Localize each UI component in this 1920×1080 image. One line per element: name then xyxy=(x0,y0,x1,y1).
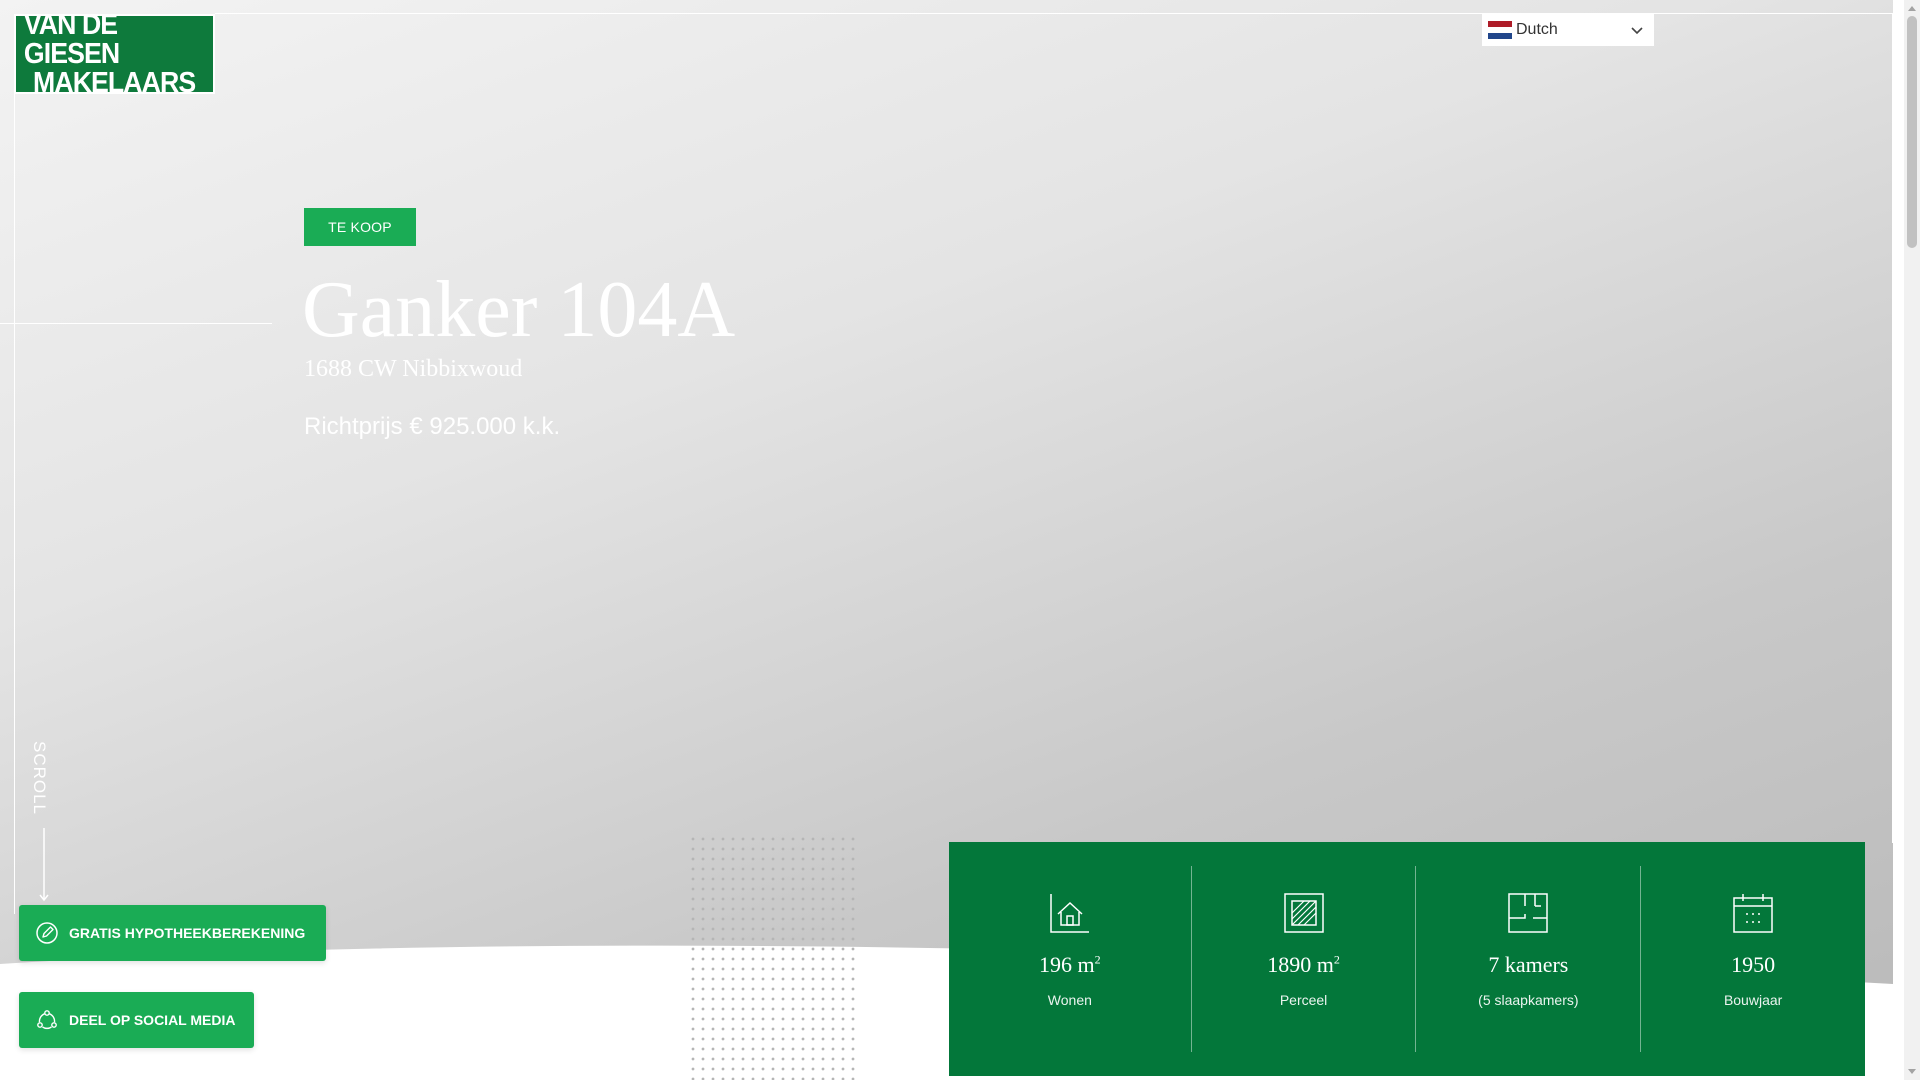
house-area-icon xyxy=(1050,894,1089,933)
share-icon xyxy=(37,1010,57,1030)
floorplan-icon xyxy=(1508,893,1549,933)
scroll-indicator[interactable]: SCROLL xyxy=(28,738,50,818)
living-area-value: 196 m2 xyxy=(1039,952,1101,977)
property-features: 196 m2 Wonen 1890 m2 Perceel 7 kamers (5… xyxy=(949,842,1865,1076)
netherlands-flag-icon xyxy=(1488,21,1512,39)
status-badge: TE KOOP xyxy=(304,208,416,246)
scroll-label: SCROLL xyxy=(30,740,49,816)
chevron-down-icon xyxy=(1631,27,1643,35)
plot-area-value: 1890 m2 xyxy=(1267,952,1340,977)
logo[interactable]: VAN DE GIESEN MAKELAARS xyxy=(14,8,215,97)
property-title: Ganker 104A xyxy=(302,266,736,354)
frame-line-left xyxy=(14,94,15,914)
scroll-down-icon[interactable] xyxy=(1904,1064,1920,1080)
arrow-down-icon xyxy=(39,828,49,902)
edit-icon xyxy=(36,922,58,944)
feature-build-year: 1950 Bouwjaar xyxy=(1640,866,1865,1052)
feature-plot-area: 1890 m2 Perceel xyxy=(1190,866,1416,1052)
feature-living-area: 196 m2 Wonen xyxy=(949,866,1191,1052)
mortgage-calculation-button[interactable]: GRATIS HYPOTHEEKBEREKENING xyxy=(19,905,326,961)
living-area-caption: Wonen xyxy=(1047,992,1092,1008)
frame-line-horizontal xyxy=(0,323,272,324)
build-year-value: 1950 xyxy=(1731,952,1776,977)
rooms-value: 7 kamers xyxy=(1488,952,1569,977)
property-address: 1688 CW Nibbixwoud xyxy=(304,356,523,382)
logo-text-line1: VAN DE GIESEN xyxy=(23,8,120,70)
scroll-up-icon[interactable] xyxy=(1904,0,1920,16)
property-price: Richtprijs € 925.000 k.k. xyxy=(304,413,561,440)
frame-line-right xyxy=(1892,13,1893,843)
plot-area-caption: Perceel xyxy=(1279,992,1328,1008)
feature-rooms: 7 kamers (5 slaapkamers) xyxy=(1415,866,1640,1052)
page: VAN DE GIESEN MAKELAARS Dutch TE KOOP Ga… xyxy=(0,0,1920,1080)
logo-text-line2: MAKELAARS xyxy=(33,66,196,99)
calendar-icon xyxy=(1733,894,1773,933)
bedrooms-caption: (5 slaapkamers) xyxy=(1478,992,1579,1008)
language-selector[interactable]: Dutch xyxy=(1482,14,1654,46)
mortgage-calculation-label: GRATIS HYPOTHEEKBEREKENING xyxy=(69,925,306,941)
scrollbar-thumb[interactable] xyxy=(1907,16,1917,248)
page-scrollbar[interactable] xyxy=(1904,0,1920,1080)
decorative-dot-pattern xyxy=(688,834,858,1080)
share-social-media-label: DEEL OP SOCIAL MEDIA xyxy=(69,1012,236,1028)
plot-area-icon xyxy=(1283,893,1324,933)
build-year-caption: Bouwjaar xyxy=(1723,992,1783,1008)
language-selector-value: Dutch xyxy=(1516,21,1558,38)
share-social-media-button[interactable]: DEEL OP SOCIAL MEDIA xyxy=(19,992,254,1048)
